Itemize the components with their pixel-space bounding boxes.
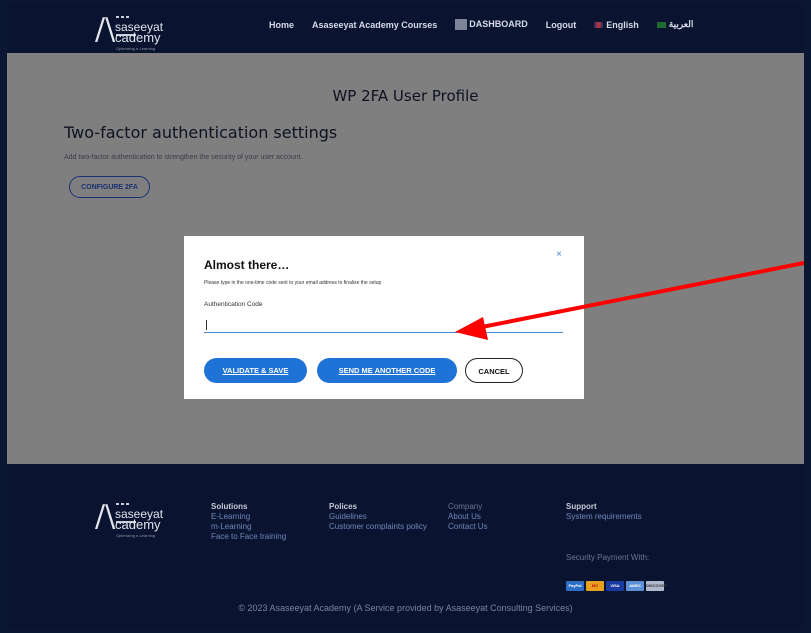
nav-english-label: English [606,19,639,30]
footer-company-title: Company [448,502,483,511]
paypal-card-icon: PayPal [566,581,584,591]
nav-dashboard-link[interactable]: DASHBOARD [455,19,528,31]
discover-card-icon: DISCOVER [646,581,667,591]
authentication-code-label: Authentication Code [204,301,263,308]
nav-home-link[interactable]: Home [269,20,294,30]
nav-logout-link[interactable]: Logout [546,20,577,30]
page-title: WP 2FA User Profile [332,87,479,105]
mastercard-icon: MC [586,581,604,591]
nav-english-link[interactable]: English [594,20,639,30]
uk-flag-icon [594,22,604,29]
dashboard-icon [455,19,468,31]
security-payment-text: Security Payment With: [566,553,650,562]
footer-link[interactable]: Guidelines [329,512,427,522]
section-title: Two-factor authentication settings [64,123,338,142]
configure-2fa-button[interactable]: CONFIGURE 2FA [69,176,150,198]
logo-a-letter: /\ [95,12,116,47]
footer-logo-line2: cademy [115,517,161,532]
footer-link[interactable]: System requirements [566,512,642,522]
footer-support: Support System requirements [566,502,642,522]
footer-solutions: Solutions E-Learning m-Learning Face to … [211,502,286,542]
verification-modal: × Almost there… Please type in the one-t… [184,236,584,399]
nav-arabic-label: العربية [668,19,694,30]
text-cursor [206,320,207,330]
authentication-code-input[interactable] [204,318,563,333]
top-navigation: /\ saseeyat cademy Optimizing e-Learning… [7,5,804,53]
site-footer: /\ saseeyat cademy Optimizing e-Learning… [7,464,804,627]
cancel-button[interactable]: CANCEL [465,358,523,383]
footer-solutions-title: Solutions [211,502,248,511]
footer-link[interactable]: Contact Us [448,522,488,532]
validate-save-button[interactable]: VALIDATE & SAVE [204,358,307,383]
nav-dashboard-label: DASHBOARD [469,19,528,29]
copyright-text: © 2023 Asaseeyat Academy (A Service prov… [238,603,573,613]
logo-tagline: Optimizing e-Learning [116,46,156,51]
send-another-code-button[interactable]: SEND ME ANOTHER CODE [317,358,457,383]
footer-link[interactable]: m-Learning [211,522,286,532]
footer-logo-tagline: Optimizing e-Learning [116,533,156,538]
payment-cards: PayPal MC VISA AMEX DISCOVER [566,581,667,591]
footer-policies-title: Polices [329,502,358,511]
footer-policies: Polices Guidelines Customer complaints p… [329,502,427,532]
footer-link[interactable]: About Us [448,512,488,522]
nav-courses-link[interactable]: Asaseeyat Academy Courses [312,20,437,30]
footer-link[interactable]: E-Learning [211,512,286,522]
footer-support-title: Support [566,502,597,511]
modal-subtitle: Please type in the one-time code sent to… [204,280,382,286]
browser-page: /\ saseeyat cademy Optimizing e-Learning… [7,5,804,627]
close-icon[interactable]: × [556,249,562,260]
footer-link[interactable]: Customer complaints policy [329,522,427,532]
amex-card-icon: AMEX [626,581,644,591]
footer-company: Company About Us Contact Us [448,502,488,532]
nav-links: Home Asaseeyat Academy Courses DASHBOARD… [269,19,711,31]
nav-arabic-link[interactable]: العربية [656,19,694,30]
footer-link[interactable]: Face to Face training [211,532,286,542]
visa-card-icon: VISA [606,581,624,591]
sa-flag-icon [656,21,666,28]
section-description: Add two-factor authentication to strengt… [64,154,303,161]
modal-title: Almost there… [204,258,290,272]
logo-line2: cademy [115,30,161,45]
footer-logo-a-letter: /\ [95,499,116,534]
